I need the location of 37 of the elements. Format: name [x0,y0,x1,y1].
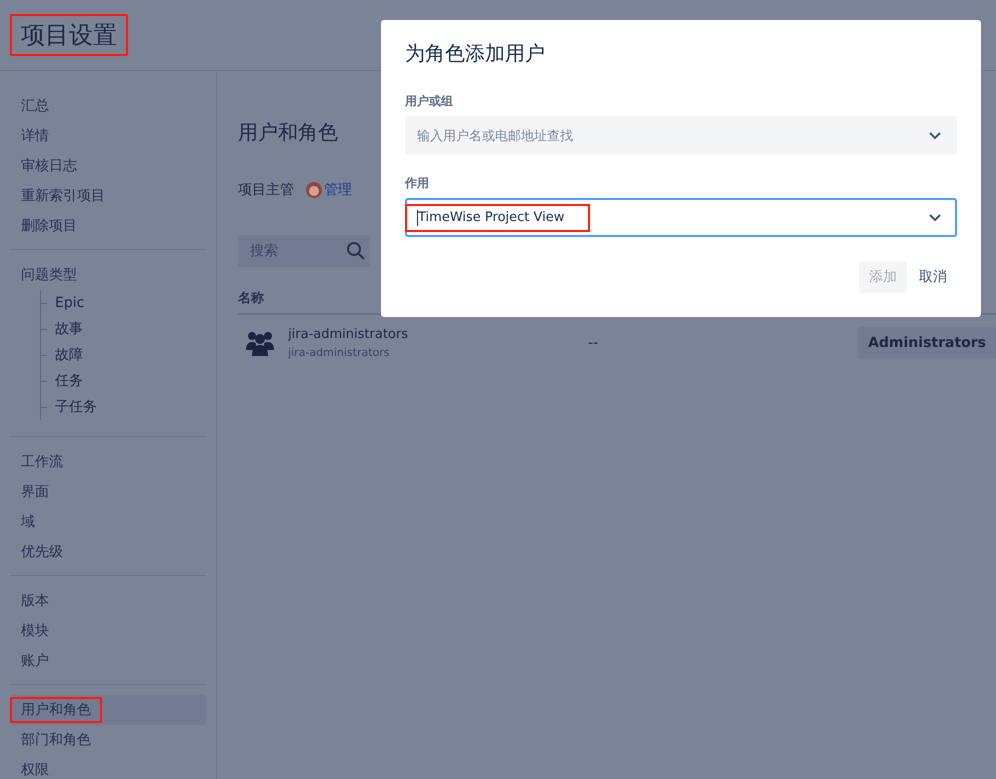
role-button[interactable]: Administrators [858,327,996,359]
sidebar-item[interactable]: 优先级 [10,539,74,565]
field-label: 用户或组 [405,93,453,110]
sidebar-item[interactable]: 任务 [51,370,87,392]
annotation-frame: 用户和角色 [10,697,102,723]
field-label: 作用 [405,175,429,192]
cancel-button[interactable]: 取消 [909,261,957,293]
sidebar-item[interactable]: 模块 [10,618,60,644]
sidebar-item[interactable]: 详情 [10,123,60,149]
sidebar-item[interactable]: 故事 [51,318,87,340]
column-header: 名称 [238,291,264,306]
role-select[interactable]: TimeWise Project View [405,198,957,237]
sidebar-item[interactable]: 界面 [10,479,60,505]
sidebar-item[interactable]: 域 [10,509,46,535]
lead-label: 项目主管 [238,181,294,199]
page-title: 项目设置 [21,20,117,51]
sidebar-item[interactable]: 版本 [10,588,60,614]
sidebar-item[interactable]: 账户 [10,648,60,674]
sidebar-item[interactable]: 审核日志 [10,153,88,179]
sidebar-item[interactable]: 删除项目 [10,213,88,239]
group-name: jira-administrators [288,327,409,342]
sidebar-item[interactable]: 工作流 [10,449,74,475]
group-subtitle: jira-administrators [288,346,391,359]
lead-link[interactable]: 管理 [324,181,352,199]
sidebar-item[interactable]: 用户和角色 [10,695,206,725]
sidebar-item[interactable]: 故障 [51,344,87,366]
sidebar-item[interactable]: 部门和角色 [10,727,102,753]
sidebar-item[interactable]: Epic [51,293,88,313]
section-heading: 用户和角色 [238,119,338,146]
sidebar-item[interactable]: 问题类型 [10,262,88,288]
sidebar-item[interactable]: 重新索引项目 [10,183,116,209]
user-select[interactable]: 输入用户名或电邮地址查找 [405,116,957,155]
sidebar-item[interactable]: 权限 [10,757,60,779]
sidebar-item[interactable]: 汇总 [10,93,60,119]
dialog-title: 为角色添加用户 [405,40,546,67]
sidebar-item[interactable]: 子任务 [51,396,101,418]
table-cell-text: -- [588,335,600,351]
